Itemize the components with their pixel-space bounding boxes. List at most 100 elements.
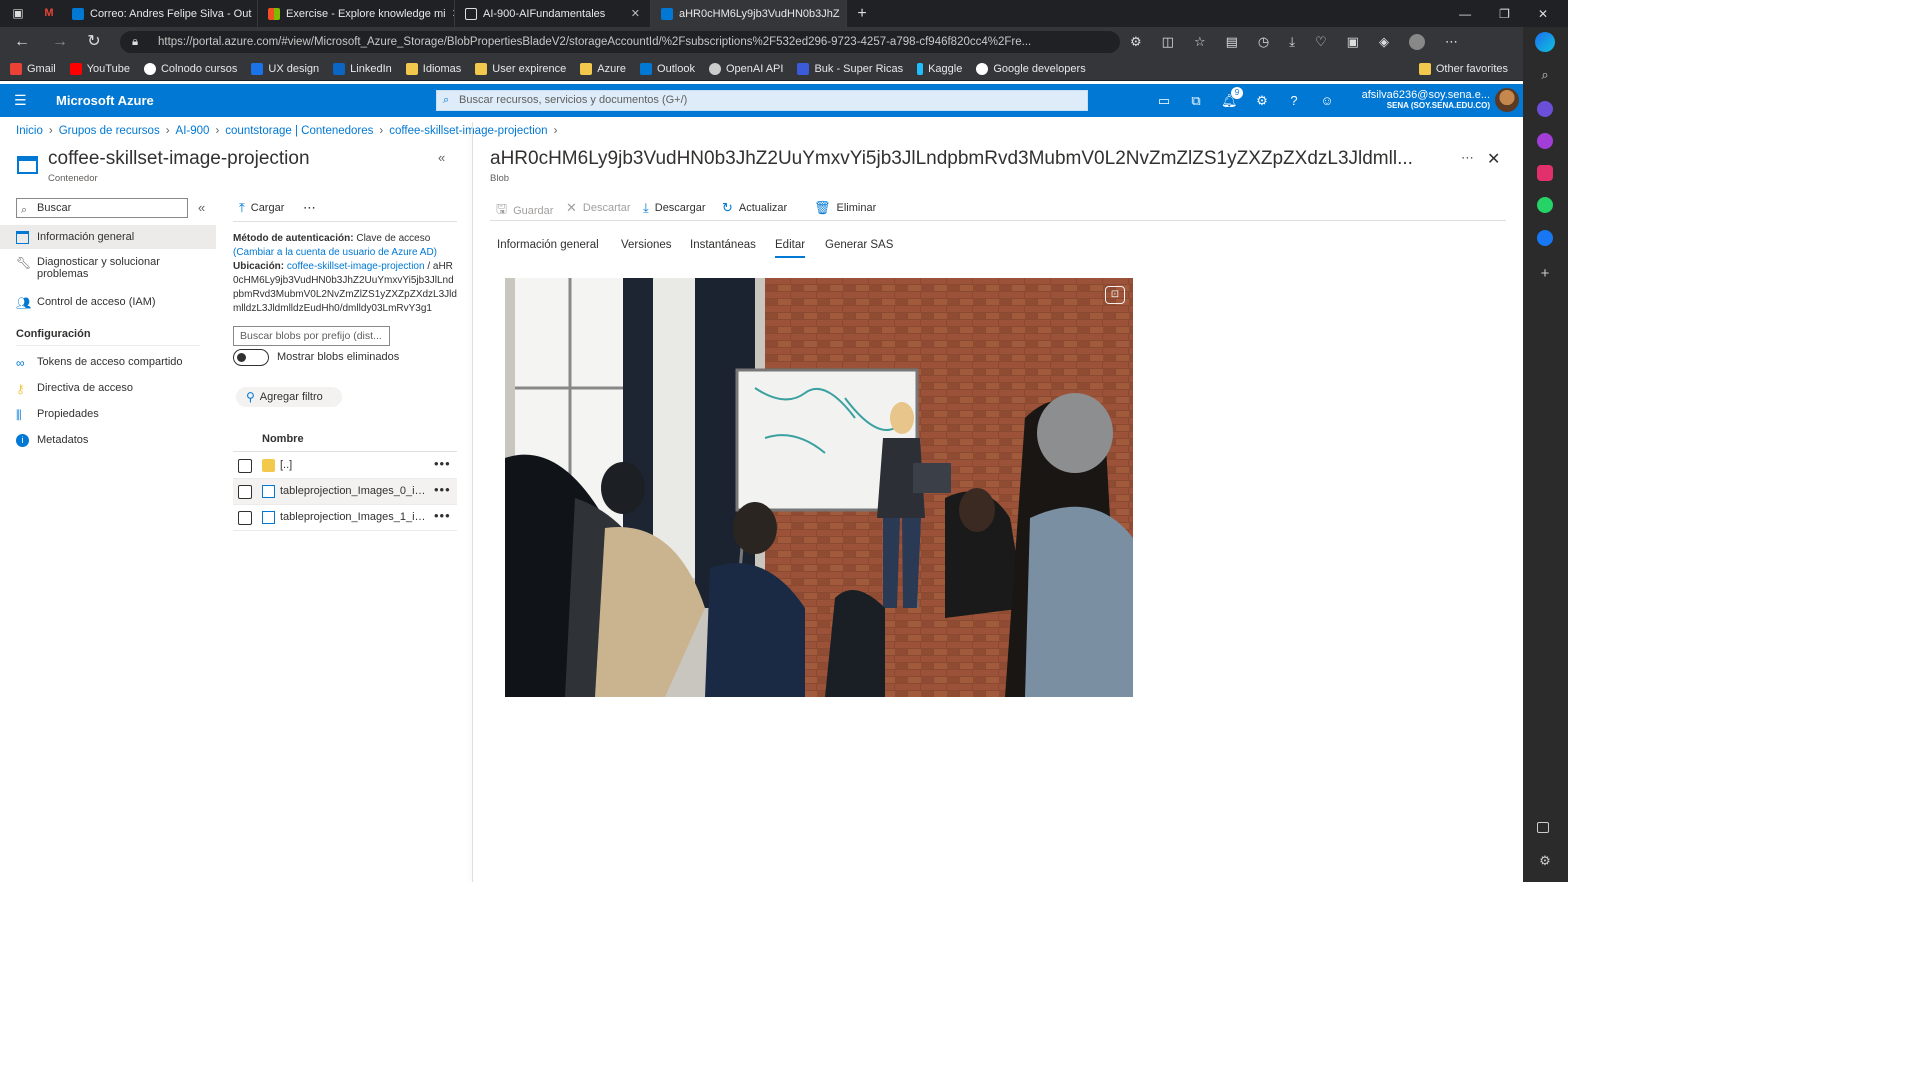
help-icon[interactable]: ? [1286,93,1302,109]
table-row[interactable]: [..] ••• [233,453,457,479]
forward-icon[interactable]: → [50,32,70,52]
download-button[interactable]: ⤓ Descargar [643,200,706,216]
bookmark-outlook[interactable]: Outlook [640,62,695,75]
visual-search-icon[interactable]: ⊡ [1105,286,1125,304]
bookmark-youtube[interactable]: YouTube [69,62,130,75]
breadcrumb-inicio[interactable]: Inicio [16,125,43,137]
bookmark-buk[interactable]: Buk - Super Ricas [797,62,903,75]
upload-button[interactable]: ⤒ Cargar [239,200,284,216]
split-screen-icon[interactable]: ◫ [1162,34,1174,50]
tab-blob-active[interactable]: aHR0cHM6Ly9jb3VudHN0b3JhZ✕ [651,0,847,27]
collections-icon[interactable]: ▤ [1226,34,1238,50]
new-tab-button[interactable]: + [847,5,877,23]
show-deleted-toggle[interactable] [233,349,269,366]
minimize-icon[interactable]: — [1459,7,1471,21]
nav-item-access-policy[interactable]: ⚷ Directiva de acceso [0,382,216,400]
switch-auth-link[interactable]: (Cambiar a la cuenta de usuario de Azure… [233,246,457,260]
row-checkbox[interactable] [238,459,252,473]
row-checkbox[interactable] [238,485,252,499]
bookmark-user-expirence[interactable]: User expirence [475,62,566,75]
cloud-shell-icon[interactable]: ▭ [1156,93,1172,109]
directory-filter-icon[interactable]: ⧉ [1188,93,1204,109]
performance-icon[interactable]: ♡ [1315,34,1327,50]
settings-more-icon[interactable]: ⋯ [1445,34,1458,50]
menu-icon[interactable]: ☰ [14,92,27,109]
browser-essentials-icon[interactable]: ◈ [1379,34,1389,50]
location-link[interactable]: coffee-skillset-image-projection [287,261,425,272]
collapse-nav-icon[interactable]: « [198,200,205,215]
copilot-icon[interactable] [1537,101,1553,117]
bookmark-ux-design[interactable]: UX design [251,62,319,75]
tab-versions[interactable]: Versiones [621,239,672,251]
nav-item-iam[interactable]: 👥︎ Control de acceso (IAM) [0,296,216,314]
notifications-icon[interactable]: 🔔︎ 9 [1221,87,1243,109]
reload-icon[interactable]: ↻ [84,32,104,52]
breadcrumb-ai900[interactable]: AI-900 [176,125,210,137]
row-name[interactable]: tableprojection_Images_0_img... [280,485,430,497]
whatsapp-icon[interactable] [1537,197,1553,213]
row-more-icon[interactable]: ••• [434,456,451,471]
bookmark-kaggle[interactable]: Kaggle [917,62,962,75]
nav-search-input[interactable]: ⌕ Buscar [16,198,188,218]
bookmark-openai[interactable]: OpenAI API [708,62,783,75]
nav-item-properties[interactable]: ⫼ Propiedades [0,408,216,426]
delete-button[interactable]: 🗑︎ Eliminar [814,200,876,216]
bookmark-colnodo[interactable]: Colnodo cursos [143,62,237,75]
search-icon[interactable]: ⌕ [1537,67,1553,83]
tab-snapshots[interactable]: Instantáneas [690,239,756,251]
instagram-icon[interactable] [1537,165,1553,181]
bookmark-idiomas[interactable]: Idiomas [405,62,461,75]
nav-item-sas-tokens[interactable]: ∞ Tokens de acceso compartido [0,356,216,374]
facebook-icon[interactable] [1537,230,1553,246]
close-tab-icon[interactable]: ✕ [631,7,640,20]
restore-icon[interactable]: ❐ [1499,7,1510,21]
refresh-button[interactable]: ↻ Actualizar [722,200,787,216]
nav-item-metadata[interactable]: i Metadatos [0,434,216,452]
row-name[interactable]: tableprojection_Images_1_img... [280,511,430,523]
blob-prefix-search-input[interactable]: Buscar blobs por prefijo (dist... [233,326,390,346]
messenger-icon[interactable] [1537,133,1553,149]
bookmark-google-developers[interactable]: Google developers [976,62,1086,75]
more-options-icon[interactable]: ⋯ [1461,150,1474,166]
row-more-icon[interactable]: ••• [434,508,451,523]
breadcrumb-container[interactable]: coffee-skillset-image-projection [389,125,547,137]
tab-ai900[interactable]: AI-900-AIFundamentales ✕ [455,0,651,27]
tab-actions-icon[interactable]: ▣ [0,0,36,27]
tab-edit[interactable]: Editar [775,239,806,258]
bookmark-linkedin[interactable]: LinkedIn [333,62,392,75]
row-more-icon[interactable]: ••• [434,482,451,497]
gmail-tab-icon[interactable]: M [36,0,62,27]
tab-outlook[interactable]: Correo: Andres Felipe Silva - Out✕ [62,0,258,27]
tab-overview[interactable]: Información general [497,239,599,251]
downloads-icon[interactable]: ⤓ [1289,34,1295,50]
discard-button[interactable]: ✕ Descartar [566,200,631,216]
nav-item-diagnose[interactable]: 🔧︎ Diagnosticar y solucionar problemas [0,256,216,286]
tab-generate-sas[interactable]: Generar SAS [825,239,893,251]
row-checkbox[interactable] [238,511,252,525]
column-name[interactable]: Nombre [262,433,304,445]
tab-exercise[interactable]: Exercise - Explore knowledge mi✕ [258,0,455,27]
row-name[interactable]: [..] [280,459,430,471]
table-row[interactable]: tableprojection_Images_0_img... ••• [233,479,457,505]
url-field[interactable]: 🔒︎ https://portal.azure.com/#view/Microso… [120,31,1120,53]
table-row[interactable]: tableprojection_Images_1_img... ••• [233,505,457,531]
breadcrumb-countstorage[interactable]: countstorage | Contenedores [225,125,373,137]
close-icon[interactable]: ✕ [1487,149,1500,169]
bookmark-azure[interactable]: Azure [580,62,626,75]
extensions-icon[interactable]: ⚙ [1130,34,1142,50]
more-options-icon[interactable]: ⋯ [303,200,316,216]
add-filter-button[interactable]: ⚲ Agregar filtro [236,387,342,407]
bing-chat-icon[interactable] [1535,32,1555,52]
favorites-icon[interactable]: ☆ [1194,34,1206,50]
close-window-icon[interactable]: ✕ [1538,7,1548,21]
breadcrumb-resource-groups[interactable]: Grupos de recursos [59,125,160,137]
settings-icon[interactable]: ⚙ [1254,93,1270,109]
add-icon[interactable]: + [1537,265,1553,282]
sidebar-toggle-icon[interactable] [1537,822,1549,833]
avatar[interactable] [1495,88,1519,112]
bookmark-gmail[interactable]: Gmail [10,62,56,75]
history-icon[interactable]: ◷ [1258,34,1269,50]
back-icon[interactable]: ← [12,32,32,52]
account-menu[interactable]: afsilva6236@soy.sena.e... SENA (SOY.SENA… [1330,89,1490,110]
settings-icon[interactable]: ⚙ [1537,853,1553,869]
